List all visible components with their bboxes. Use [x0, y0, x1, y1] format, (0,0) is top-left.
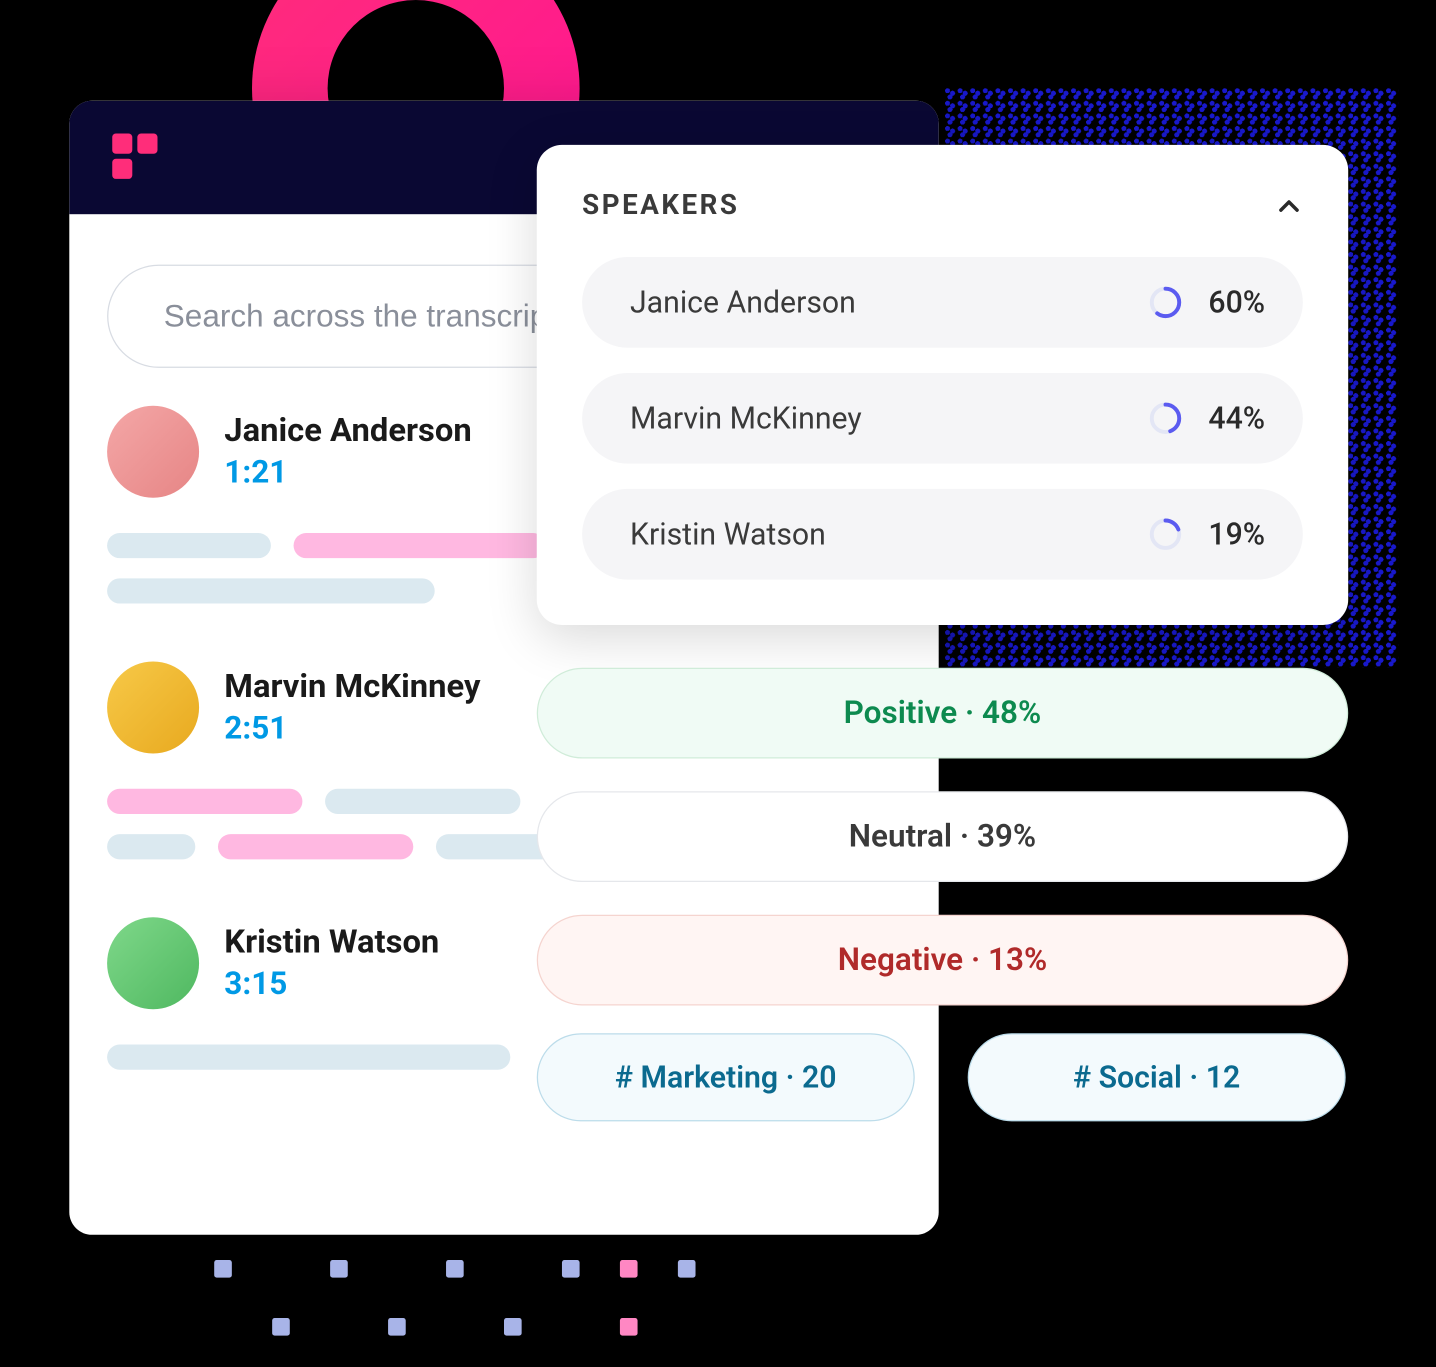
speaker-stat-row[interactable]: Kristin Watson 19% [582, 489, 1303, 580]
speakers-panel: SPEAKERS Janice Anderson 60% Marvin McKi… [537, 145, 1348, 625]
sentiment-section: Positive · 48% Neutral · 39% Negative · … [537, 668, 1348, 1006]
speaker-name: Kristin Watson [224, 924, 439, 962]
avatar [107, 917, 199, 1009]
speaker-name: Marvin McKinney [224, 668, 480, 706]
speaker-stat-pct: 19% [1208, 517, 1265, 552]
tag-marketing[interactable]: # Marketing · 20 [537, 1033, 915, 1121]
sentiment-neutral[interactable]: Neutral · 39% [537, 791, 1348, 882]
avatar [107, 406, 199, 498]
app-logo-icon [112, 134, 160, 182]
timestamp[interactable]: 1:21 [224, 455, 471, 492]
tag-row: # Marketing · 20 # Social · 12 [537, 1033, 1346, 1121]
progress-ring-icon [1148, 285, 1183, 320]
speaker-stat-name: Marvin McKinney [630, 401, 862, 436]
decorative-dots [214, 1260, 695, 1336]
avatar [107, 662, 199, 754]
speakers-header: SPEAKERS [582, 190, 1303, 222]
progress-ring-icon [1148, 517, 1183, 552]
speaker-name: Janice Anderson [224, 412, 471, 450]
timestamp[interactable]: 2:51 [224, 711, 480, 748]
timestamp[interactable]: 3:15 [224, 966, 439, 1003]
speaker-stat-pct: 44% [1208, 401, 1265, 436]
tag-social[interactable]: # Social · 12 [968, 1033, 1346, 1121]
sentiment-negative[interactable]: Negative · 13% [537, 915, 1348, 1006]
speaker-stat-row[interactable]: Marvin McKinney 44% [582, 373, 1303, 464]
speaker-stat-pct: 60% [1208, 285, 1265, 320]
panel-title: SPEAKERS [582, 190, 739, 222]
chevron-up-icon[interactable] [1275, 192, 1303, 220]
speaker-stat-row[interactable]: Janice Anderson 60% [582, 257, 1303, 348]
progress-ring-icon [1148, 401, 1183, 436]
sentiment-positive[interactable]: Positive · 48% [537, 668, 1348, 759]
speaker-stat-name: Janice Anderson [630, 285, 856, 320]
speaker-stat-name: Kristin Watson [630, 517, 826, 552]
